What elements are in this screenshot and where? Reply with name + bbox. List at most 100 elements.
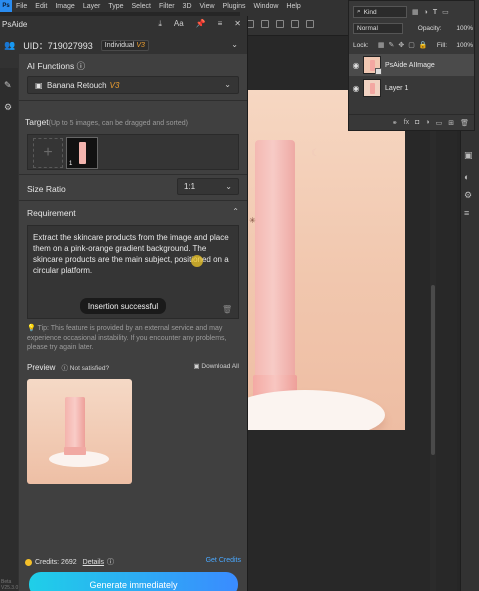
new-adjustment-icon[interactable]: ◑ — [425, 119, 429, 126]
target-images-box[interactable]: + 1 — [27, 134, 239, 170]
lock-transparency-icon[interactable]: ▦ — [378, 41, 385, 49]
distribute-icon[interactable] — [291, 19, 299, 28]
new-layer-icon[interactable]: ⊞ — [448, 119, 454, 127]
info-icon[interactable]: ⓘ — [77, 61, 86, 71]
menu-edit[interactable]: Edit — [31, 3, 51, 10]
menu-image[interactable]: Image — [51, 3, 78, 10]
preview-cap-image — [64, 447, 86, 455]
tier-badge: Individual V3 — [100, 39, 149, 51]
lock-artboard-icon[interactable]: ▢ — [408, 41, 415, 49]
insertion-toast: Insertion successful — [80, 298, 166, 314]
font-size-icon[interactable]: Aa — [174, 19, 184, 29]
moon-icon: ☾ — [311, 148, 320, 159]
layer-row-ps-aide[interactable]: ◉ PsAide AIImage — [349, 54, 474, 76]
product-tube-image — [255, 140, 295, 385]
chevron-down-icon: ⌄ — [224, 80, 231, 89]
pin-icon[interactable]: 📌 — [196, 19, 206, 29]
menubar: Ps File Edit Image Layer Type Select Fil… — [0, 0, 348, 12]
preview-image[interactable] — [27, 379, 132, 484]
photoshop-logo: Ps — [0, 0, 12, 12]
download-icon: ▣ — [193, 363, 200, 370]
layer-name: PsAide AIImage — [385, 61, 435, 69]
edit-icon[interactable]: ✎ — [4, 80, 12, 91]
delete-layer-icon[interactable]: 🗑 — [460, 119, 469, 127]
generate-button[interactable]: Generate immediately — [29, 572, 238, 591]
layer-row-layer-1[interactable]: ◉ Layer 1 — [349, 77, 474, 99]
chevron-down-icon[interactable]: ⌄ — [231, 40, 238, 49]
more-options-icon[interactable] — [306, 19, 314, 28]
filter-pixel-icon[interactable]: ▦ — [412, 8, 419, 16]
filter-adjust-icon[interactable]: ◑ — [424, 9, 428, 16]
visibility-eye-icon[interactable]: ◉ — [349, 61, 363, 70]
properties-icon[interactable]: ⚙ — [464, 190, 472, 201]
trash-icon[interactable]: 🗑 — [222, 305, 232, 314]
settings-icon[interactable]: ⚙ — [4, 102, 12, 113]
paths-icon[interactable]: ≡ — [464, 208, 469, 218]
add-image-button[interactable]: + — [33, 138, 63, 168]
link-layers-icon[interactable]: ⚭ — [392, 119, 398, 127]
close-icon[interactable]: ✕ — [234, 19, 241, 29]
layer-style-icon[interactable]: fx — [404, 119, 409, 126]
menu-layer[interactable]: Layer — [79, 3, 105, 10]
not-satisfied-link[interactable]: ⓘ Not satisfied? — [61, 362, 109, 372]
lock-pixels-icon[interactable]: ✎ — [389, 41, 395, 49]
layer-thumbnail — [363, 56, 382, 75]
target-hint: (Up to 5 images, can be dragged and sort… — [48, 120, 188, 127]
menu-file[interactable]: File — [12, 3, 31, 10]
not-satisfied-label: Not satisfied? — [69, 365, 110, 372]
fill-value[interactable]: 100% — [456, 42, 473, 49]
menu-icon[interactable]: ≡ — [218, 19, 223, 29]
blend-mode-select[interactable]: Normal — [353, 23, 403, 34]
credits-label: Credits: 2692 — [35, 558, 77, 566]
get-credits-link[interactable]: Get Credits — [206, 557, 241, 564]
credits-row: Credits: 2692 Details ⓘ — [25, 557, 114, 567]
size-ratio-select[interactable]: 1:1 ⌄ — [177, 178, 239, 195]
lock-row: Lock: ▦ ✎ ✥ ▢ 🔒 Fill: 100% — [353, 39, 473, 51]
history-icon[interactable]: ▣ — [464, 150, 473, 161]
ai-function-value: Banana Retouch — [47, 80, 107, 90]
menu-view[interactable]: View — [196, 3, 219, 10]
info-icon[interactable]: ⓘ — [107, 557, 114, 567]
layer-filter-row: ⌕ Kind ▦ ◑ T ▭ — [353, 5, 471, 19]
ai-function-select[interactable]: ▣ Banana Retouch V3 ⌄ — [27, 76, 239, 94]
filter-type-icon[interactable]: T — [433, 9, 437, 16]
align-right-icon[interactable] — [276, 19, 284, 28]
visibility-eye-icon[interactable]: ◉ — [349, 84, 363, 93]
layer-thumbnail — [363, 79, 381, 97]
tip-text: 💡 Tip: This feature is provided by an ex… — [27, 324, 239, 353]
new-group-icon[interactable]: ▭ — [436, 119, 443, 127]
align-center-icon[interactable] — [261, 19, 269, 28]
menu-plugins[interactable]: Plugins — [219, 3, 250, 10]
lock-icons: ▦ ✎ ✥ ▢ 🔒 — [378, 41, 428, 49]
requirement-textarea[interactable]: Extract the skincare products from the i… — [27, 225, 239, 319]
requirement-text[interactable]: Extract the skincare products from the i… — [33, 232, 237, 276]
menu-3d[interactable]: 3D — [179, 3, 196, 10]
menu-select[interactable]: Select — [128, 3, 155, 10]
chevron-up-icon[interactable]: ⌃ — [232, 207, 239, 216]
layer-name: Layer 1 — [385, 84, 409, 92]
document-canvas[interactable]: ☾ ✳ — [245, 90, 405, 430]
canvas-scroll-thumb[interactable] — [431, 285, 435, 455]
options-bar — [240, 12, 348, 36]
download-all-button[interactable]: ▣ Download All — [193, 362, 239, 370]
chevron-down-icon: ⌄ — [225, 182, 232, 191]
target-image-thumbnail[interactable]: 1 — [66, 137, 98, 169]
account-row: 👥 UID：719027993 Individual V3 ⌄ — [0, 36, 248, 54]
size-ratio-label: Size Ratio — [27, 184, 66, 194]
help-icon: ⓘ — [61, 365, 68, 372]
adjustments-icon[interactable]: ◐ — [464, 172, 469, 182]
menu-window[interactable]: Window — [250, 3, 283, 10]
lock-position-icon[interactable]: ✥ — [398, 41, 404, 49]
smart-object-badge-icon — [375, 68, 382, 75]
opacity-value[interactable]: 100% — [456, 25, 473, 32]
menu-filter[interactable]: Filter — [155, 3, 179, 10]
collapse-icon[interactable]: ⤓ — [158, 19, 162, 29]
add-mask-icon[interactable]: ◘ — [415, 119, 419, 126]
details-link[interactable]: Details — [83, 559, 104, 566]
kind-filter-select[interactable]: ⌕ Kind — [353, 6, 407, 18]
filter-shape-icon[interactable]: ▭ — [442, 8, 449, 16]
menu-help[interactable]: Help — [282, 3, 304, 10]
menu-type[interactable]: Type — [104, 3, 127, 10]
lock-all-icon[interactable]: 🔒 — [419, 41, 428, 49]
size-ratio-value: 1:1 — [184, 182, 196, 191]
